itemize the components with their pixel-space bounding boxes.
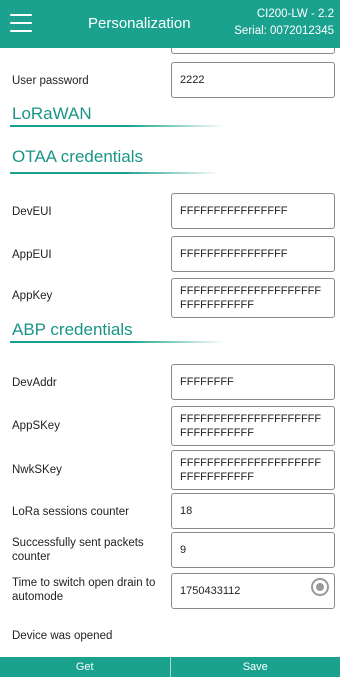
dev-addr-label: DevAddr (12, 377, 57, 389)
nwk-skey-input[interactable]: FFFFFFFFFFFFFFFFFFFFFFFFFFFFFFFF (171, 450, 335, 490)
sent-packets-input[interactable]: 9 (171, 532, 335, 568)
dev-eui-label: DevEUI (12, 206, 52, 218)
lora-sessions-label: LoRa sessions counter (12, 506, 129, 518)
user-password-label: User password (12, 75, 89, 87)
save-button[interactable]: Save (169, 657, 340, 677)
section-otaa-underline (10, 172, 220, 174)
section-lorawan-underline (10, 125, 225, 127)
app-skey-label: AppSKey (12, 420, 60, 432)
section-otaa-title: OTAA credentials (12, 147, 144, 166)
dev-eui-input[interactable]: FFFFFFFFFFFFFFFF (171, 193, 335, 229)
lora-sessions-input[interactable]: 18 (171, 493, 335, 529)
app-bar: Personalization CI200-LW - 2.2 Serial: 0… (0, 0, 340, 48)
device-opened-label: Device was opened (12, 630, 113, 642)
switch-time-input[interactable]: 1750433112 (171, 573, 335, 609)
page-title: Personalization (88, 15, 191, 32)
section-abp-title: ABP credentials (12, 320, 133, 339)
app-skey-input[interactable]: FFFFFFFFFFFFFFFFFFFFFFFFFFFFFFFF (171, 406, 335, 446)
dev-addr-input[interactable]: FFFFFFFF (171, 364, 335, 400)
app-key-label: AppKey (12, 290, 53, 302)
hamburger-menu-icon[interactable] (10, 14, 32, 32)
app-eui-input[interactable]: FFFFFFFFFFFFFFFF (171, 236, 335, 272)
previous-field-input[interactable] (171, 48, 335, 54)
form-content[interactable]: User password 2222 LoRaWAN OTAA credenti… (0, 48, 340, 657)
section-abp-underline (10, 341, 225, 343)
section-lorawan-title: LoRaWAN (12, 104, 92, 123)
switch-time-label: Time to switch open drain to automode (12, 577, 156, 603)
device-serial: Serial: 0072012345 (234, 25, 334, 37)
device-info: CI200-LW - 2.2 Serial: 0072012345 (234, 6, 334, 40)
device-opened-radio-icon[interactable] (311, 578, 329, 596)
app-key-input[interactable]: FFFFFFFFFFFFFFFFFFFFFFFFFFFFFFFF (171, 278, 335, 318)
nwk-skey-label: NwkSKey (12, 464, 62, 476)
user-password-input[interactable]: 2222 (171, 62, 335, 98)
app-eui-label: AppEUI (12, 249, 52, 261)
bottom-action-bar: Get Save (0, 657, 340, 677)
get-button[interactable]: Get (0, 657, 170, 677)
sent-packets-label: Successfully sent packets counter (12, 537, 144, 563)
device-model: CI200-LW - 2.2 (256, 8, 334, 20)
